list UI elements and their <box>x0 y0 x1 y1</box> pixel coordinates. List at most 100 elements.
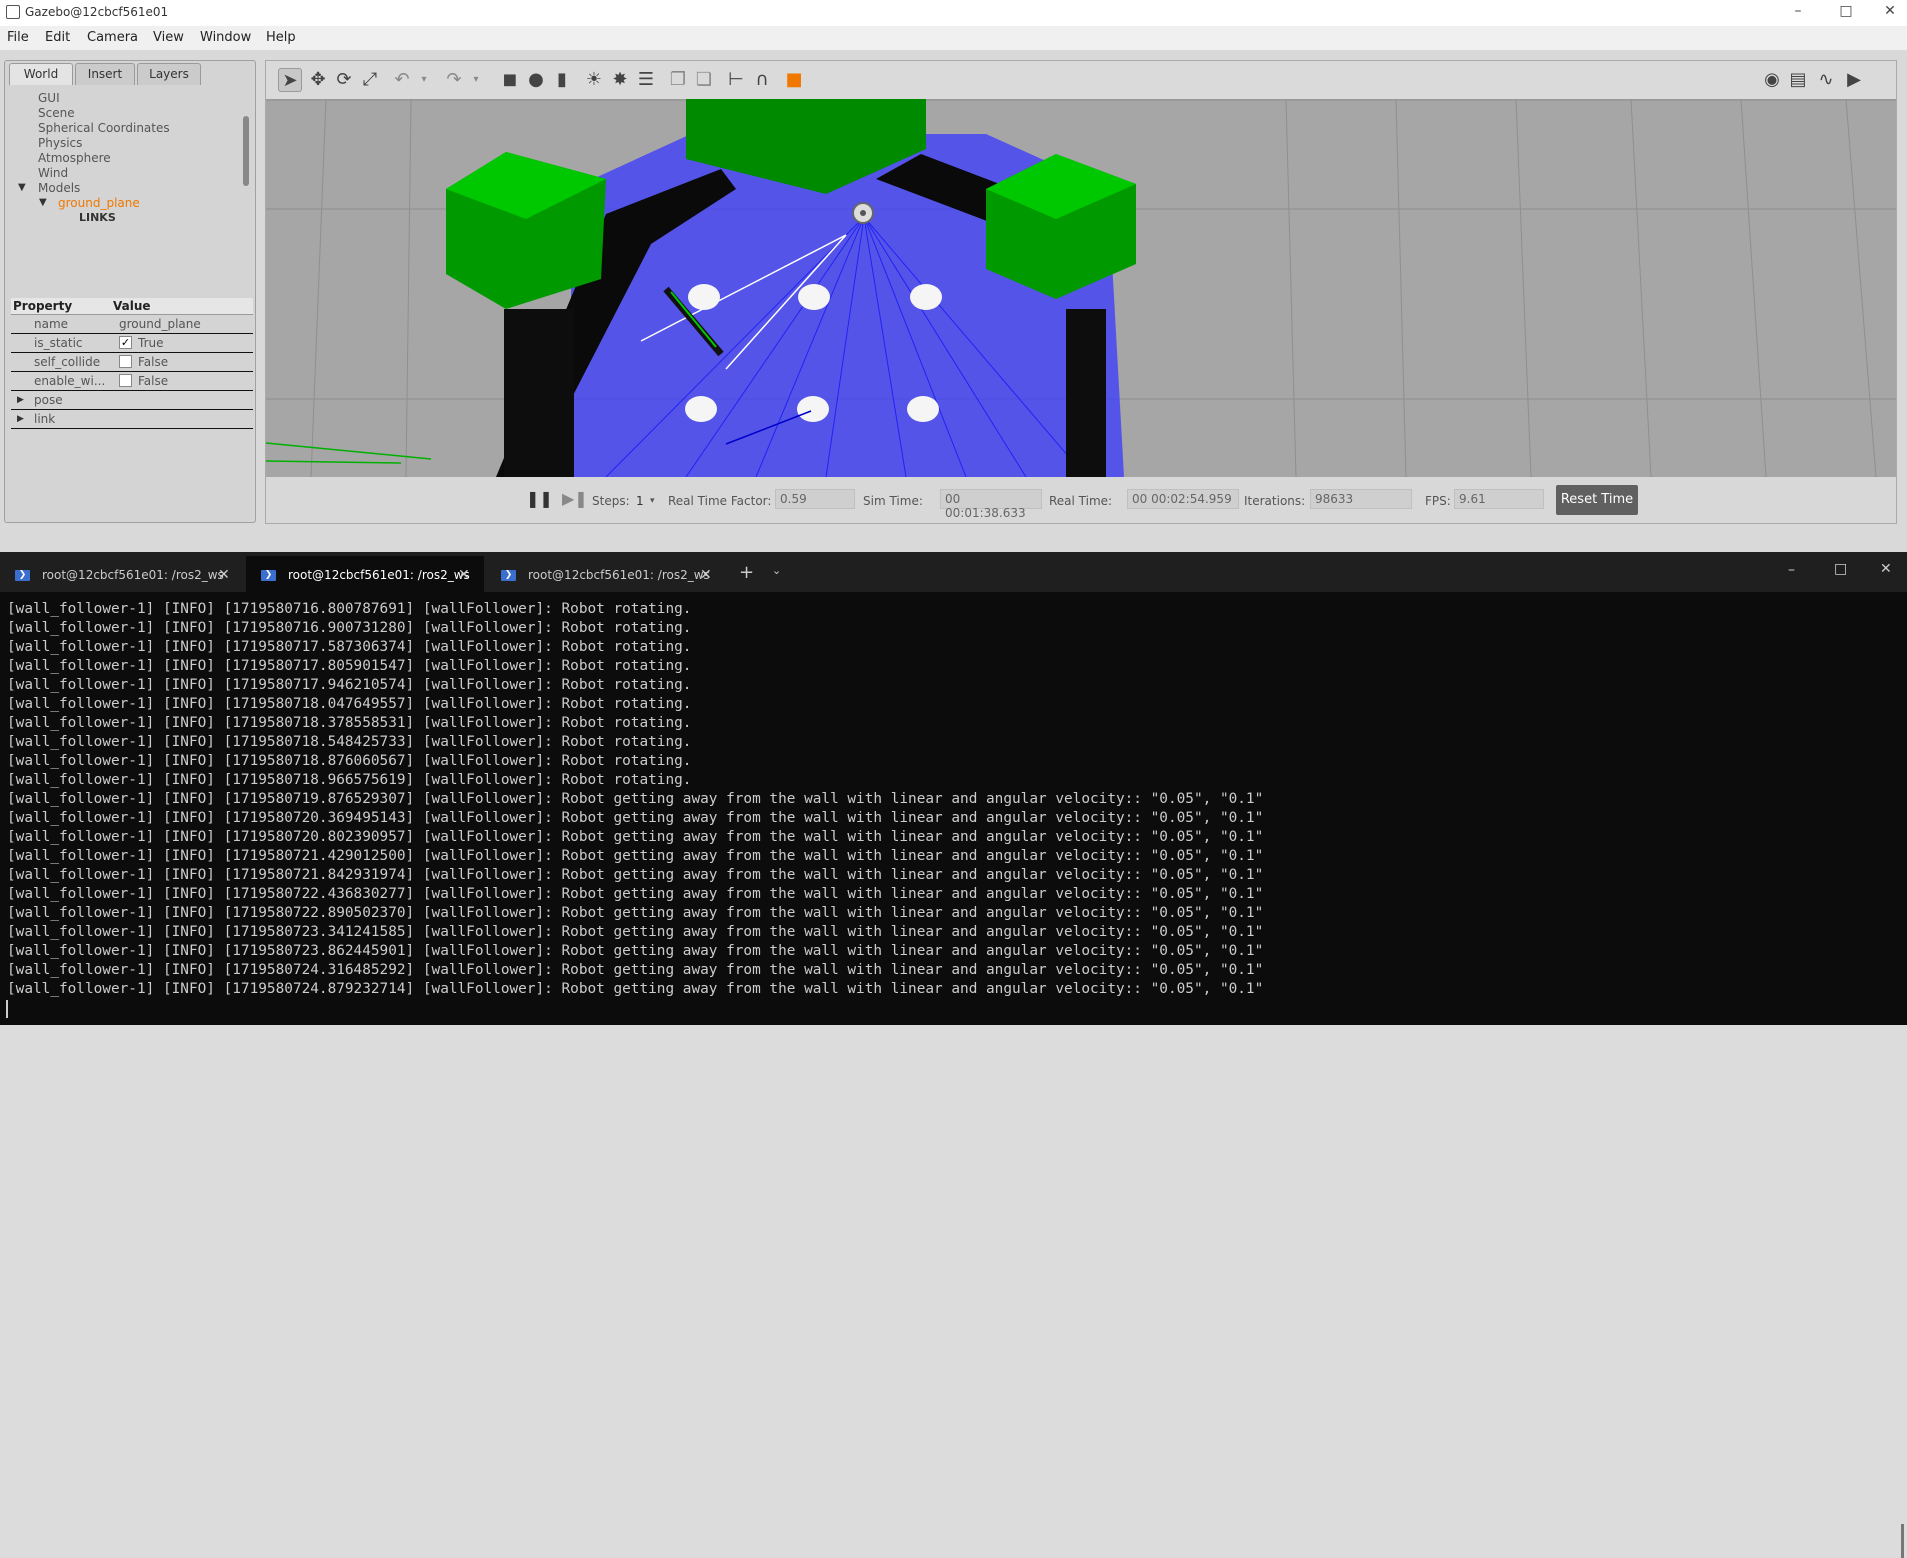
undo-dropdown-icon[interactable]: ▾ <box>412 68 436 92</box>
log-icon[interactable]: ▤ <box>1786 68 1810 92</box>
close-icon[interactable]: ✕ <box>1880 561 1892 577</box>
menu-window[interactable]: Window <box>200 30 251 45</box>
tree-item-models[interactable]: Models <box>38 181 80 195</box>
property-column-header: Property <box>13 299 73 313</box>
translate-mode-icon[interactable]: ✥ <box>306 68 330 92</box>
property-group-pose[interactable]: ▶ pose <box>11 391 253 410</box>
terminal-line: [wall_follower-1] [INFO] [1719580718.378… <box>7 715 692 731</box>
terminal-line: [wall_follower-1] [INFO] [1719580720.369… <box>7 810 1264 826</box>
property-table: Property Value name ground_plane is_stat… <box>11 298 253 429</box>
minimize-icon[interactable]: – <box>1788 562 1795 578</box>
fps-value: 9.61 <box>1454 489 1544 509</box>
close-tab-icon[interactable]: ✕ <box>700 567 712 583</box>
iterations-label: Iterations: <box>1244 494 1306 508</box>
reset-time-button[interactable]: Reset Time <box>1556 485 1638 515</box>
tree-item-atmosphere[interactable]: Atmosphere <box>38 151 111 165</box>
tree-item-scene[interactable]: Scene <box>38 106 75 120</box>
terminal-cursor <box>6 1000 8 1018</box>
pause-icon[interactable]: ❚❚ <box>526 489 553 508</box>
expand-arrow-icon[interactable]: ▼ <box>39 197 47 208</box>
spot-light-icon[interactable]: ✸ <box>608 68 632 92</box>
point-light-icon[interactable]: ☀ <box>582 68 606 92</box>
expand-arrow-icon[interactable]: ▶ <box>17 414 24 424</box>
redo-icon[interactable]: ↷ <box>442 68 466 92</box>
steps-dropdown-icon[interactable]: ▾ <box>650 496 655 506</box>
checkbox-checked[interactable]: ✓ <box>119 336 132 349</box>
status-bar: ❚❚ ▶❚ Steps: 1 ▾ Real Time Factor: 0.59 … <box>266 477 1896 523</box>
property-group-link[interactable]: ▶ link <box>11 410 253 429</box>
property-value: False <box>138 355 169 369</box>
new-tab-icon[interactable]: + <box>739 562 754 583</box>
screenshot-icon[interactable]: ◉ <box>1760 68 1784 92</box>
close-icon[interactable]: ✕ <box>1870 3 1907 19</box>
tree-scrollbar[interactable] <box>243 116 249 186</box>
scale-mode-icon[interactable]: ⤢ <box>358 68 382 92</box>
align-icon[interactable]: ⊢ <box>724 68 748 92</box>
property-group-label: pose <box>34 393 63 407</box>
tree-item-links[interactable]: LINKS <box>79 211 116 224</box>
redo-dropdown-icon[interactable]: ▾ <box>464 68 488 92</box>
box-shape-icon[interactable]: ◼ <box>498 68 522 92</box>
menu-file[interactable]: File <box>7 30 29 45</box>
menu-view[interactable]: View <box>153 30 184 45</box>
terminal-line: [wall_follower-1] [INFO] [1719580717.587… <box>7 639 692 655</box>
viewport-toolbar: ➤ ✥ ⟳ ⤢ ↶ ▾ ↷ ▾ ◼ ● ▮ ☀ ✸ ☰ ❐ ❏ ⊢ ∩ ■ ◉ … <box>266 61 1896 99</box>
terminal-line: [wall_follower-1] [INFO] [1719580717.805… <box>7 658 692 674</box>
rotate-mode-icon[interactable]: ⟳ <box>332 68 356 92</box>
world-panel: World Insert Layers GUI Scene Spherical … <box>4 60 256 523</box>
tree-item-physics[interactable]: Physics <box>38 136 82 150</box>
tree-item-wind[interactable]: Wind <box>38 166 68 180</box>
cylinder-shape-icon[interactable]: ▮ <box>550 68 574 92</box>
menu-edit[interactable]: Edit <box>45 30 70 45</box>
terminal-line: [wall_follower-1] [INFO] [1719580718.876… <box>7 753 692 769</box>
property-value[interactable]: ground_plane <box>119 317 201 331</box>
tree-item-spherical-coordinates[interactable]: Spherical Coordinates <box>38 121 170 135</box>
undo-icon[interactable]: ↶ <box>390 68 414 92</box>
plot-icon[interactable]: ∿ <box>1814 68 1838 92</box>
expand-arrow-icon[interactable]: ▶ <box>17 395 24 405</box>
scene-render <box>266 99 1896 477</box>
3d-scene[interactable] <box>266 99 1896 477</box>
tree-item-ground-plane[interactable]: ground_plane <box>58 196 140 210</box>
menu-camera[interactable]: Camera <box>87 30 138 45</box>
terminal-tab[interactable]: ❯ root@12cbcf561e01: /ros2_ws ✕ <box>486 556 726 592</box>
terminal-output[interactable]: [wall_follower-1] [INFO] [1719580716.800… <box>7 600 1897 999</box>
tree-item-gui[interactable]: GUI <box>38 91 60 105</box>
select-mode-icon[interactable]: ➤ <box>278 68 302 92</box>
tab-layers[interactable]: Layers <box>137 63 201 85</box>
steps-value[interactable]: 1 <box>636 494 644 508</box>
directional-light-icon[interactable]: ☰ <box>634 68 658 92</box>
tab-dropdown-icon[interactable]: ⌄ <box>772 564 781 577</box>
paste-icon[interactable]: ❏ <box>692 68 716 92</box>
terminal-window: ❯ root@12cbcf561e01: /ros2_ws ✕ ❯ root@1… <box>0 552 1907 1558</box>
checkbox-unchecked[interactable] <box>119 355 132 368</box>
change-view-icon[interactable]: ■ <box>782 68 806 92</box>
terminal-line: [wall_follower-1] [INFO] [1719580718.548… <box>7 734 692 750</box>
close-tab-icon[interactable]: ✕ <box>458 567 470 583</box>
terminal-tab[interactable]: ❯ root@12cbcf561e01: /ros2_ws ✕ <box>0 556 240 592</box>
rtf-label: Real Time Factor: <box>668 494 772 508</box>
terminal-line: [wall_follower-1] [INFO] [1719580722.436… <box>7 886 1264 902</box>
tab-world[interactable]: World <box>9 63 73 85</box>
menu-help[interactable]: Help <box>266 30 296 45</box>
robot-lidar-center <box>860 210 866 216</box>
terminal-scrollbar[interactable] <box>1901 1524 1904 1558</box>
maximize-icon[interactable]: □ <box>1826 3 1866 19</box>
property-value: True <box>138 336 164 350</box>
gazebo-titlebar: Gazebo@12cbcf561e01 – □ ✕ <box>0 0 1907 26</box>
expand-arrow-icon[interactable]: ▼ <box>18 182 26 193</box>
maximize-icon[interactable]: □ <box>1834 561 1847 577</box>
copy-icon[interactable]: ❐ <box>666 68 690 92</box>
snap-icon[interactable]: ∩ <box>750 68 774 92</box>
terminal-tab-active[interactable]: ❯ root@12cbcf561e01: /ros2_ws ✕ <box>246 556 484 592</box>
video-record-icon[interactable]: ▶ <box>1842 68 1866 92</box>
checkbox-unchecked[interactable] <box>119 374 132 387</box>
minimize-icon[interactable]: – <box>1778 3 1818 19</box>
sphere-shape-icon[interactable]: ● <box>524 68 548 92</box>
property-row: name ground_plane <box>11 315 253 334</box>
tab-insert[interactable]: Insert <box>75 63 135 85</box>
world-tree: GUI Scene Spherical Coordinates Physics … <box>9 89 249 291</box>
terminal-tab-label: root@12cbcf561e01: /ros2_ws <box>528 568 710 582</box>
step-icon[interactable]: ▶❚ <box>562 489 588 508</box>
close-tab-icon[interactable]: ✕ <box>218 567 230 583</box>
